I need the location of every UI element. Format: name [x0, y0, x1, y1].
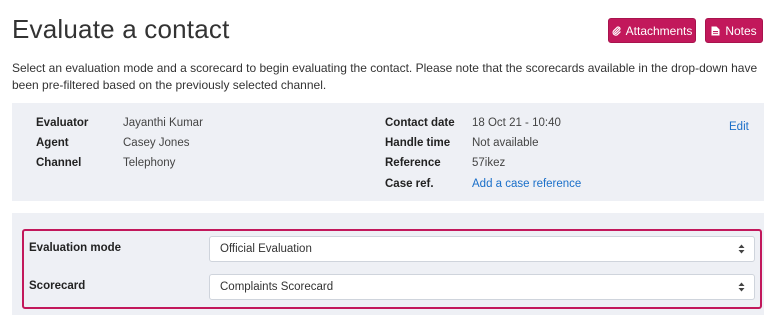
- contact-date-value: 18 Oct 21 - 10:40: [472, 117, 561, 129]
- evaluation-mode-select[interactable]: Official Evaluation: [209, 236, 755, 262]
- reference-value: 57ikez: [472, 157, 506, 169]
- evaluator-value: Jayanthi Kumar: [123, 117, 203, 129]
- edit-link[interactable]: Edit: [729, 121, 749, 133]
- agent-value: Casey Jones: [123, 137, 190, 149]
- notes-button[interactable]: Notes: [705, 18, 763, 43]
- select-caret-icon: [738, 281, 745, 293]
- scorecard-select[interactable]: Complaints Scorecard: [209, 274, 755, 300]
- document-icon: [711, 26, 720, 36]
- add-case-reference-link[interactable]: Add a case reference: [472, 178, 581, 190]
- notes-button-label: Notes: [725, 23, 757, 38]
- channel-label: Channel: [36, 157, 82, 169]
- handle-time-label: Handle time: [385, 137, 451, 149]
- intro-text: Select an evaluation mode and a scorecar…: [12, 61, 758, 92]
- case-ref-label: Case ref.: [385, 178, 434, 190]
- scorecard-label: Scorecard: [29, 280, 86, 292]
- scorecard-value: Complaints Scorecard: [220, 281, 334, 293]
- select-caret-icon: [738, 243, 745, 255]
- evaluator-label: Evaluator: [36, 117, 89, 129]
- attachments-button-label: Attachments: [625, 23, 693, 38]
- paperclip-icon: [612, 25, 621, 36]
- agent-label: Agent: [36, 137, 69, 149]
- evaluation-mode-label: Evaluation mode: [29, 242, 122, 254]
- contact-date-label: Contact date: [385, 117, 455, 129]
- evaluation-mode-value: Official Evaluation: [220, 243, 312, 255]
- channel-value: Telephony: [123, 157, 176, 169]
- handle-time-value: Not available: [472, 137, 539, 149]
- attachments-button[interactable]: Attachments: [608, 18, 696, 43]
- page-title: Evaluate a contact: [12, 14, 230, 44]
- reference-label: Reference: [385, 157, 441, 169]
